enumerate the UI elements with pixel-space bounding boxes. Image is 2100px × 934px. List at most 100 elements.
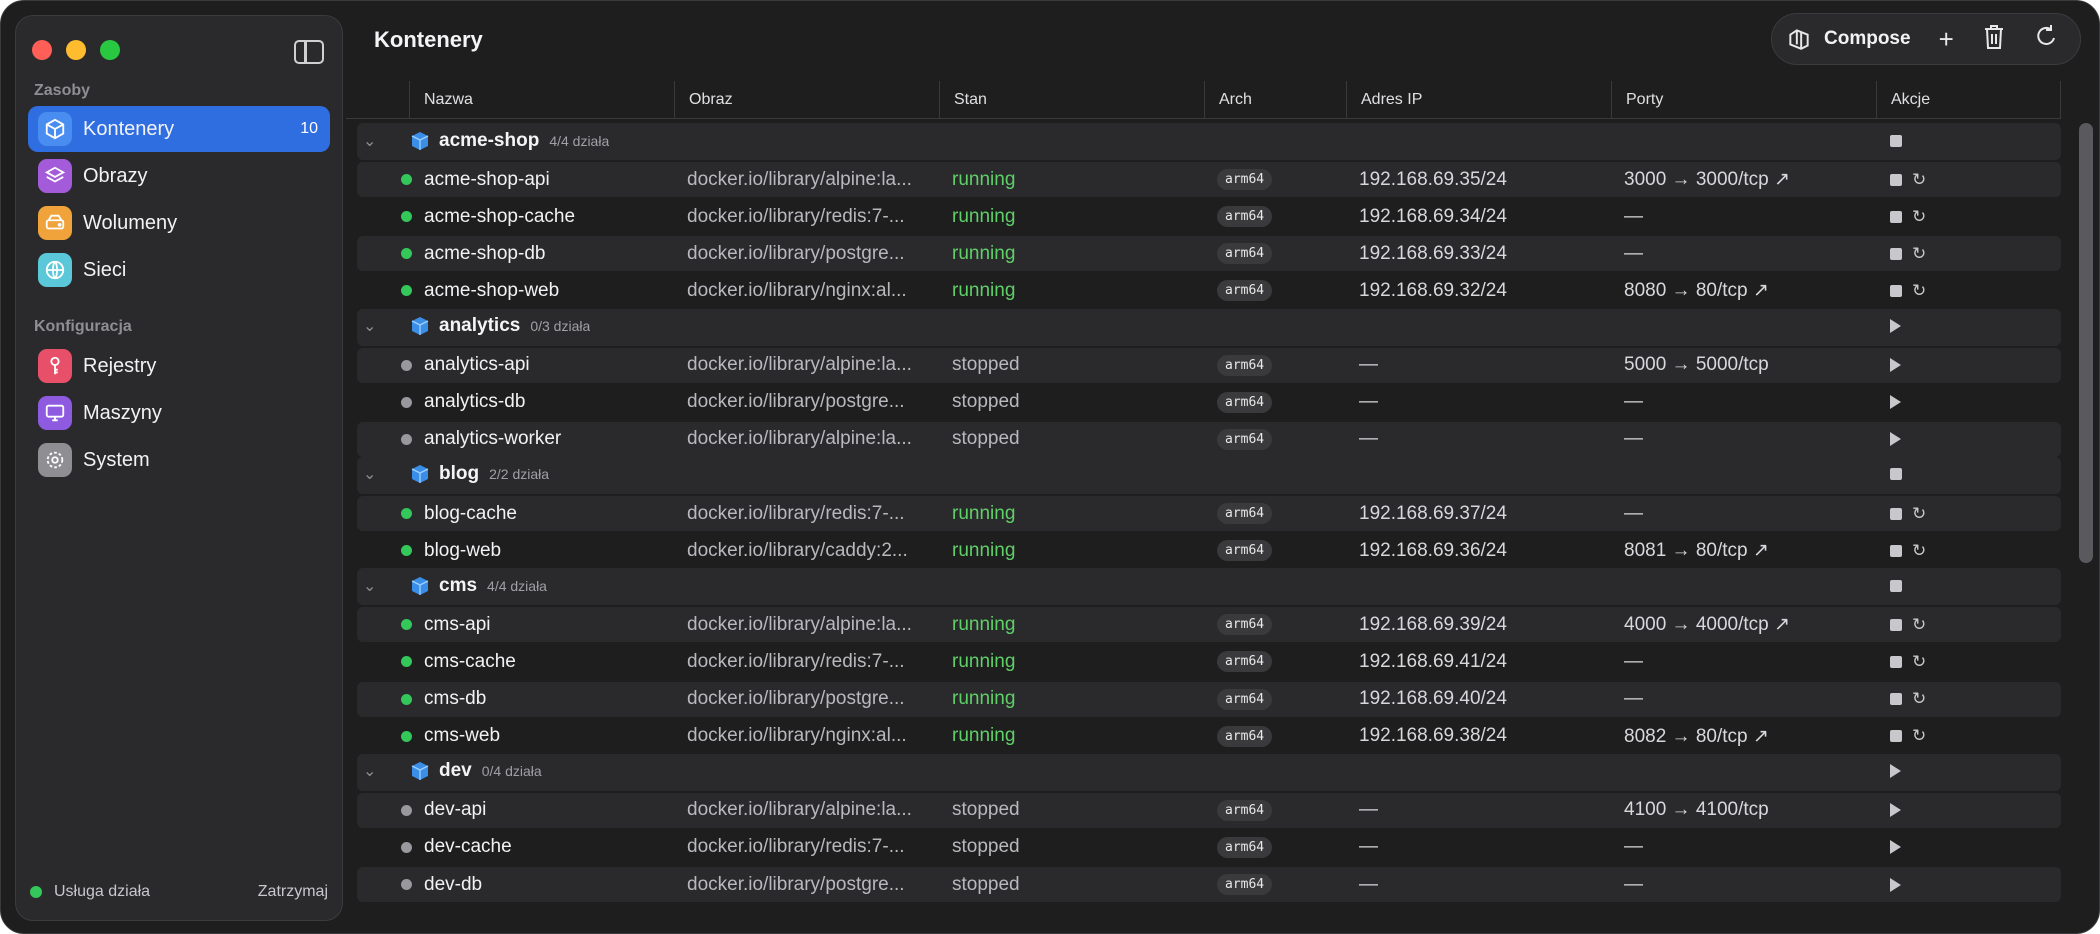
restart-icon[interactable]: ↻	[1912, 281, 1926, 301]
table-row[interactable]: cms-web docker.io/library/nginx:al... runn…	[357, 719, 2061, 754]
stop-icon[interactable]	[1890, 134, 1902, 147]
container-name-cell: cms-cache	[401, 644, 516, 679]
close-window-button[interactable]	[32, 40, 52, 60]
sidebar-item-system[interactable]: System	[28, 437, 330, 483]
stop-icon[interactable]	[1890, 544, 1902, 557]
stop-icon[interactable]	[1890, 655, 1902, 668]
container-ports[interactable]: 8082 → 80/tcp ↗	[1624, 719, 1769, 754]
table-row[interactable]: dev-db docker.io/library/postgre... stoppe…	[357, 867, 2061, 902]
group-row[interactable]: ⌄ cms 4/4 działa	[357, 568, 2061, 606]
table-row[interactable]: dev-api docker.io/library/alpine:la... sto…	[357, 792, 2061, 828]
arch-badge: arm64	[1217, 874, 1273, 895]
table-row[interactable]: dev-cache docker.io/library/redis:7-... st…	[357, 830, 2061, 865]
table-row[interactable]: cms-cache docker.io/library/redis:7-... ru…	[357, 644, 2061, 679]
play-icon[interactable]	[1890, 395, 1901, 410]
stop-icon[interactable]	[1890, 618, 1902, 631]
chevron-down-icon[interactable]: ⌄	[363, 309, 376, 344]
play-icon[interactable]	[1890, 840, 1901, 855]
sidebar-item-kontenery[interactable]: Kontenery 10	[28, 106, 330, 152]
container-ports[interactable]: 5000 → 5000/tcp	[1624, 348, 1769, 383]
container-ports[interactable]: 8080 → 80/tcp ↗	[1624, 273, 1769, 308]
table-row[interactable]: cms-api docker.io/library/alpine:la... run…	[357, 607, 2061, 643]
sidebar-item-sieci[interactable]: Sieci	[28, 247, 330, 293]
container-ports[interactable]: 4000 → 4000/tcp ↗	[1624, 607, 1790, 642]
container-ports[interactable]: 8081 → 80/tcp ↗	[1624, 533, 1769, 568]
delete-button[interactable]	[1982, 24, 2006, 54]
add-container-button[interactable]: +	[1939, 26, 1954, 52]
chevron-down-icon[interactable]: ⌄	[363, 123, 376, 158]
group-row[interactable]: ⌄ dev 0/4 działa	[357, 753, 2061, 791]
table-row[interactable]: acme-shop-cache docker.io/library/redis:7…	[357, 199, 2061, 234]
restart-icon[interactable]: ↻	[1912, 541, 1926, 561]
table-row[interactable]: acme-shop-db docker.io/library/postgre...…	[357, 236, 2061, 272]
vertical-scrollbar[interactable]	[2079, 123, 2093, 563]
restart-icon[interactable]: ↻	[1912, 615, 1926, 635]
container-ip: 192.168.69.37/24	[1359, 502, 1507, 524]
stop-icon[interactable]	[1890, 693, 1902, 705]
container-name-cell: dev-api	[401, 793, 486, 828]
sidebar-item-obrazy[interactable]: Obrazy	[28, 153, 330, 199]
section-label-zasoby: Zasoby	[34, 82, 91, 99]
restart-icon[interactable]: ↻	[1912, 504, 1926, 524]
column-header-adres-ip[interactable]: Adres IP	[1346, 81, 1611, 119]
compose-button[interactable]: Compose	[1786, 26, 1911, 52]
zoom-window-button[interactable]	[100, 40, 120, 60]
play-icon[interactable]	[1890, 358, 1901, 373]
table-row[interactable]: blog-cache docker.io/library/redis:7-... r…	[357, 496, 2061, 531]
chevron-down-icon[interactable]: ⌄	[363, 457, 376, 492]
stop-icon[interactable]	[1890, 210, 1902, 223]
stop-icon[interactable]	[1890, 579, 1902, 592]
restart-icon[interactable]: ↻	[1912, 244, 1926, 264]
restart-icon[interactable]: ↻	[1912, 207, 1926, 227]
chevron-down-icon[interactable]: ⌄	[363, 568, 376, 603]
container-ports[interactable]: 3000 → 3000/tcp ↗	[1624, 162, 1790, 197]
container-ports[interactable]: 4100 → 4100/tcp	[1624, 793, 1769, 828]
column-header-nazwa[interactable]: Nazwa	[409, 81, 674, 119]
restart-icon[interactable]: ↻	[1912, 652, 1926, 672]
table-row[interactable]: acme-shop-api docker.io/library/alpine:la…	[357, 162, 2061, 198]
table-row[interactable]: acme-shop-web docker.io/library/nginx:al.…	[357, 273, 2061, 308]
stop-icon[interactable]	[1890, 173, 1902, 186]
table-row[interactable]: analytics-api docker.io/library/alpine:la…	[357, 347, 2061, 383]
container-ports: —	[1624, 650, 1643, 672]
container-count-badge: 10	[300, 120, 318, 137]
sidebar-toggle-icon[interactable]	[294, 40, 324, 64]
column-header-obraz[interactable]: Obraz	[674, 81, 939, 119]
table-row[interactable]: analytics-db docker.io/library/postgre...…	[357, 385, 2061, 420]
stop-service-button[interactable]: Zatrzymaj	[258, 883, 328, 901]
stop-icon[interactable]	[1890, 730, 1902, 743]
sidebar-item-maszyny[interactable]: Maszyny	[28, 390, 330, 436]
sidebar-item-rejestry[interactable]: Rejestry	[28, 343, 330, 389]
group-row[interactable]: ⌄ acme-shop 4/4 działa	[357, 123, 2061, 160]
stop-icon[interactable]	[1890, 507, 1902, 520]
chevron-down-icon[interactable]: ⌄	[363, 754, 376, 789]
restart-icon[interactable]: ↻	[1912, 726, 1926, 746]
stop-icon[interactable]	[1890, 247, 1902, 260]
play-icon[interactable]	[1890, 877, 1901, 892]
table-row[interactable]: analytics-worker docker.io/library/alpine…	[357, 421, 2061, 457]
play-icon[interactable]	[1890, 764, 1901, 779]
play-icon[interactable]	[1890, 432, 1901, 447]
table-row[interactable]: cms-db docker.io/library/postgre... runnin…	[357, 681, 2061, 717]
play-icon[interactable]	[1890, 803, 1901, 818]
stop-icon[interactable]	[1890, 284, 1902, 297]
column-header-porty[interactable]: Porty	[1611, 81, 1876, 119]
restart-icon[interactable]: ↻	[1912, 170, 1926, 190]
group-icon	[411, 309, 429, 344]
table-row[interactable]: blog-web docker.io/library/caddy:2... runn…	[357, 533, 2061, 568]
arch-cell: arm64	[1217, 348, 1273, 383]
play-icon[interactable]	[1890, 319, 1901, 333]
refresh-button[interactable]	[2034, 24, 2058, 54]
minimize-window-button[interactable]	[66, 40, 86, 60]
group-icon	[411, 123, 429, 158]
group-row[interactable]: ⌄ analytics 0/3 działa	[357, 308, 2061, 346]
group-actions	[1890, 754, 1901, 789]
group-name-cell: analytics 0/3 działa	[439, 309, 590, 344]
stop-icon[interactable]	[1890, 468, 1902, 481]
restart-icon[interactable]: ↻	[1912, 689, 1926, 709]
sidebar-item-wolumeny[interactable]: Wolumeny	[28, 200, 330, 246]
group-row[interactable]: ⌄ blog 2/2 działa	[357, 456, 2061, 494]
column-header-stan[interactable]: Stan	[939, 81, 1204, 119]
container-image: docker.io/library/alpine:la...	[687, 354, 912, 376]
column-header-arch[interactable]: Arch	[1204, 81, 1346, 119]
